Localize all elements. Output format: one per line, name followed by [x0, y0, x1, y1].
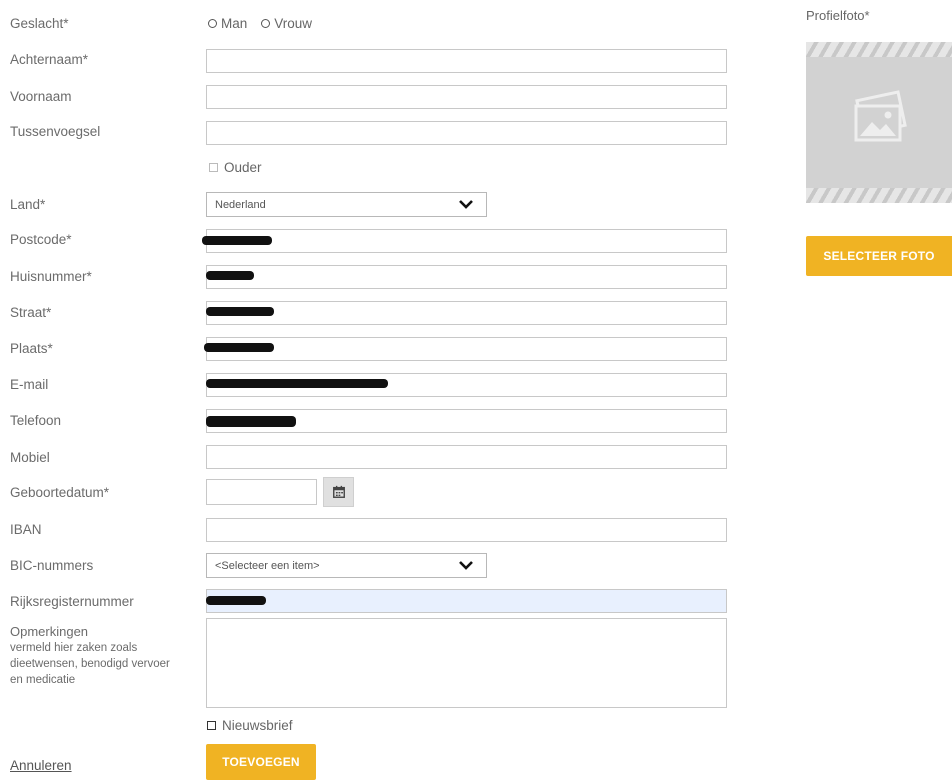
- firstname-input[interactable]: [206, 85, 727, 109]
- select-photo-button[interactable]: SELECTEER FOTO: [806, 236, 952, 276]
- street-input[interactable]: [206, 301, 727, 325]
- remarks-label-block: Opmerkingen vermeld hier zaken zoals die…: [10, 624, 180, 688]
- housenumber-input[interactable]: [206, 265, 727, 289]
- postcode-label: Postcode*: [10, 232, 72, 247]
- city-label: Plaats*: [10, 341, 53, 356]
- chevron-down-icon: [459, 561, 473, 570]
- newsletter-label: Nieuwsbrief: [222, 718, 293, 733]
- lastname-input[interactable]: [206, 49, 727, 73]
- newsletter-checkbox[interactable]: [207, 721, 216, 730]
- calendar-icon: [333, 485, 345, 498]
- infix-label: Tussenvoegsel: [10, 124, 101, 139]
- profile-photo-placeholder: [806, 42, 952, 203]
- photo-label: Profielfoto*: [806, 8, 870, 23]
- birthdate-input[interactable]: [206, 479, 317, 505]
- calendar-button[interactable]: [323, 477, 354, 507]
- stripe-top: [806, 42, 952, 57]
- national-id-input[interactable]: [206, 589, 727, 613]
- remarks-textarea[interactable]: [206, 618, 727, 708]
- country-select[interactable]: Nederland: [206, 192, 487, 217]
- gender-label: Geslacht*: [10, 16, 69, 31]
- birthdate-label: Geboortedatum*: [10, 485, 110, 500]
- gender-option-vrouw[interactable]: Vrouw: [261, 16, 312, 31]
- radio-man[interactable]: [208, 19, 217, 28]
- remarks-hint: vermeld hier zaken zoals dieetwensen, be…: [10, 642, 170, 686]
- iban-label: IBAN: [10, 522, 42, 537]
- city-input[interactable]: [206, 337, 727, 361]
- lastname-label: Achternaam*: [10, 52, 89, 67]
- housenumber-label: Huisnummer*: [10, 269, 92, 284]
- national-id-label: Rijksregisternummer: [10, 594, 134, 609]
- mobile-input[interactable]: [206, 445, 727, 469]
- redaction-mark: [206, 416, 296, 427]
- redaction-mark: [206, 271, 254, 280]
- firstname-label: Voornaam: [10, 89, 72, 104]
- submit-button[interactable]: TOEVOEGEN: [206, 744, 316, 780]
- infix-input[interactable]: [206, 121, 727, 145]
- country-label: Land*: [10, 197, 46, 212]
- phone-label: Telefoon: [10, 413, 62, 428]
- mobile-label: Mobiel: [10, 450, 50, 465]
- iban-input[interactable]: [206, 518, 727, 542]
- postcode-input[interactable]: [206, 229, 727, 253]
- country-selected-value: Nederland: [215, 199, 266, 211]
- parent-checkbox[interactable]: [209, 163, 218, 172]
- radio-vrouw-label: Vrouw: [274, 16, 313, 31]
- gender-radio-group: Man Vrouw: [208, 16, 326, 31]
- gender-option-man[interactable]: Man: [208, 16, 247, 31]
- redaction-mark: [206, 379, 388, 388]
- redaction-mark: [204, 343, 274, 352]
- radio-man-label: Man: [221, 16, 248, 31]
- parent-checkbox-label: Ouder: [224, 160, 262, 175]
- redaction-mark: [202, 236, 272, 245]
- chevron-down-icon: [459, 200, 473, 209]
- newsletter-checkbox-row[interactable]: Nieuwsbrief: [207, 718, 293, 733]
- stripe-bottom: [806, 188, 952, 203]
- parent-checkbox-row[interactable]: Ouder: [209, 160, 262, 175]
- street-label: Straat*: [10, 305, 52, 320]
- cancel-link[interactable]: Annuleren: [10, 758, 72, 773]
- redaction-mark: [206, 307, 274, 316]
- bic-label: BIC-nummers: [10, 558, 94, 573]
- bic-select[interactable]: <Selecteer een item>: [206, 553, 487, 578]
- remarks-label: Opmerkingen: [10, 624, 89, 639]
- bic-selected-value: <Selecteer een item>: [215, 560, 320, 572]
- radio-vrouw[interactable]: [261, 19, 271, 28]
- image-placeholder-icon: [854, 90, 907, 142]
- email-label: E-mail: [10, 377, 49, 392]
- redaction-mark: [206, 596, 266, 605]
